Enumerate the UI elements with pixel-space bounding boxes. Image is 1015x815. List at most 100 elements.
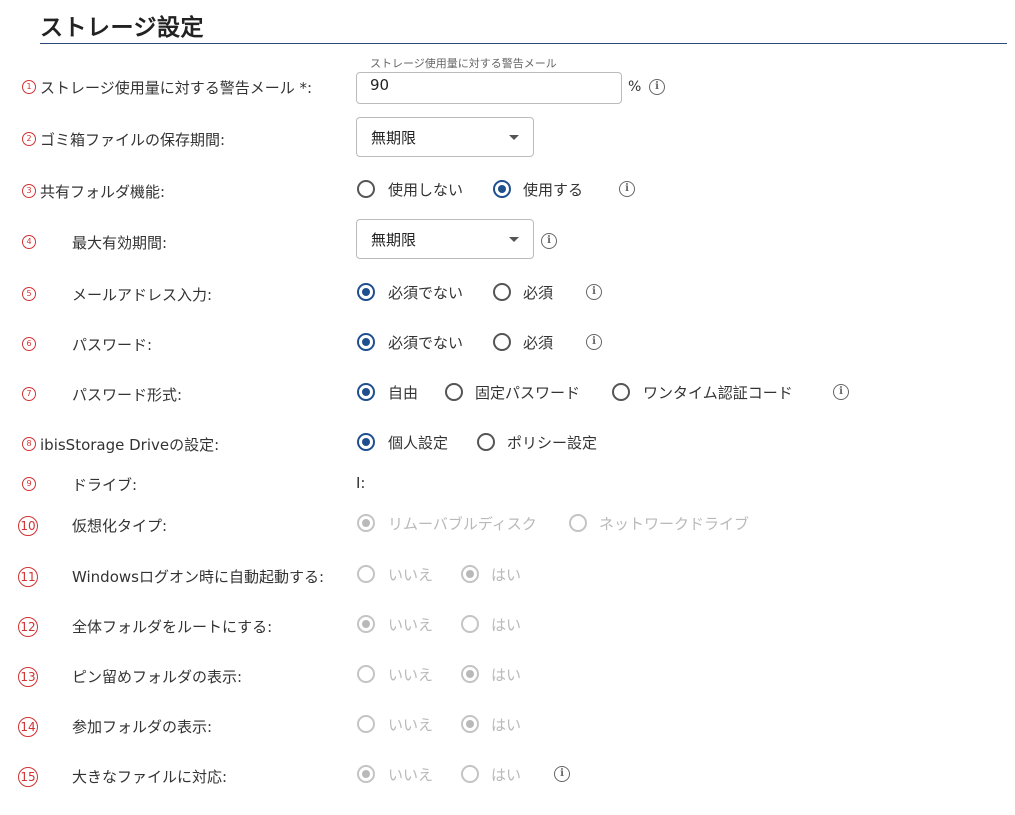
root-folder-label: 全体フォルダをルートにする: [72, 618, 273, 636]
storage-warning-value[interactable]: 90 [370, 76, 389, 94]
large-files-no-radio[interactable] [357, 765, 375, 783]
max-validity-select[interactable]: 無期限 [356, 219, 534, 259]
personal-setting-label[interactable]: 個人設定 [388, 432, 448, 453]
root-folder-yes-label[interactable]: はい [491, 614, 521, 635]
row-shared-folder: 3 共有フォルダ機能: 使用しない 使用する i [0, 178, 1015, 208]
pinned-yes-label[interactable]: はい [491, 664, 521, 685]
storage-warning-label: ストレージ使用量に対する警告メール *: [40, 79, 313, 97]
storage-warning-input[interactable] [356, 72, 622, 104]
format-otp-radio[interactable] [612, 383, 630, 401]
large-files-yes-radio[interactable] [461, 765, 479, 783]
row-number-badge: 2 [22, 132, 36, 146]
chevron-down-icon [509, 237, 519, 242]
row-number-badge: 11 [18, 567, 38, 587]
email-optional-label[interactable]: 必須でない [388, 282, 463, 303]
joined-no-label[interactable]: いいえ [388, 714, 433, 735]
email-input-label: メールアドレス入力: [72, 286, 213, 304]
info-circle-icon[interactable]: i [833, 384, 849, 400]
pinned-yes-radio[interactable] [461, 665, 479, 683]
removable-disk-radio[interactable] [357, 514, 375, 532]
autostart-yes-radio[interactable] [461, 565, 479, 583]
max-validity-label: 最大有効期間: [72, 234, 168, 252]
removable-disk-label[interactable]: リムーバブルディスク [388, 513, 537, 534]
shared-folder-off-radio[interactable] [357, 180, 375, 198]
policy-setting-label[interactable]: ポリシー設定 [507, 432, 597, 453]
autostart-no-label[interactable]: いいえ [388, 564, 433, 585]
network-drive-radio[interactable] [569, 514, 587, 532]
page-title: ストレージ設定 [40, 15, 205, 41]
joined-yes-radio[interactable] [461, 715, 479, 733]
format-otp-label[interactable]: ワンタイム認証コード [643, 382, 793, 403]
large-files-label: 大きなファイルに対応: [72, 768, 228, 786]
drive-letter-label: ドライブ: [72, 476, 138, 494]
password-optional-radio[interactable] [357, 333, 375, 351]
pinned-no-label[interactable]: いいえ [388, 664, 433, 685]
storage-warning-legend: ストレージ使用量に対する警告メール [366, 55, 561, 71]
autostart-no-radio[interactable] [357, 565, 375, 583]
joined-yes-label[interactable]: はい [491, 714, 521, 735]
autostart-yes-label[interactable]: はい [491, 564, 521, 585]
row-joined-folders: 14 参加フォルダの表示: いいえ はい [0, 713, 1015, 743]
password-label: パスワード: [72, 336, 153, 354]
shared-folder-label: 共有フォルダ機能: [40, 183, 166, 201]
root-folder-no-label[interactable]: いいえ [388, 614, 433, 635]
password-required-radio[interactable] [493, 333, 511, 351]
personal-setting-radio[interactable] [357, 433, 375, 451]
max-validity-value: 無期限 [371, 231, 417, 249]
joined-folders-label: 参加フォルダの表示: [72, 718, 213, 736]
info-circle-icon[interactable]: i [586, 284, 602, 300]
password-format-label: パスワード形式: [72, 386, 183, 404]
drive-letter-value: I: [356, 474, 366, 492]
format-fixed-radio[interactable] [445, 383, 463, 401]
row-autostart: 11 Windowsログオン時に自動起動する: いいえ はい [0, 563, 1015, 593]
info-circle-icon[interactable]: i [649, 79, 665, 95]
format-free-radio[interactable] [357, 383, 375, 401]
info-circle-icon[interactable]: i [554, 766, 570, 782]
virtualization-type-label: 仮想化タイプ: [72, 517, 168, 535]
shared-folder-off-label[interactable]: 使用しない [388, 179, 463, 200]
info-circle-icon[interactable]: i [541, 233, 557, 249]
row-number-badge: 1 [22, 80, 36, 94]
large-files-no-label[interactable]: いいえ [388, 764, 433, 785]
policy-setting-radio[interactable] [477, 433, 495, 451]
pinned-no-radio[interactable] [357, 665, 375, 683]
shared-folder-on-label[interactable]: 使用する [523, 179, 583, 200]
format-free-label[interactable]: 自由 [388, 382, 418, 403]
email-required-radio[interactable] [493, 283, 511, 301]
row-number-badge: 8 [22, 437, 36, 451]
password-optional-label[interactable]: 必須でない [388, 332, 463, 353]
info-circle-icon[interactable]: i [619, 181, 635, 197]
network-drive-label[interactable]: ネットワークドライブ [599, 513, 749, 534]
drive-settings-label: ibisStorage Driveの設定: [40, 436, 220, 454]
row-drive-letter: 9 ドライブ: I: [0, 471, 1015, 501]
row-number-badge: 9 [22, 477, 36, 491]
row-pinned-folders: 13 ピン留めフォルダの表示: いいえ はい [0, 663, 1015, 693]
autostart-label: Windowsログオン時に自動起動する: [72, 568, 325, 586]
row-password: 6 パスワード: 必須でない 必須 i [0, 331, 1015, 361]
trash-retention-select[interactable]: 無期限 [356, 117, 534, 157]
title-divider [40, 43, 1007, 44]
shared-folder-on-radio[interactable] [493, 180, 511, 198]
format-fixed-label[interactable]: 固定パスワード [475, 382, 580, 403]
root-folder-no-radio[interactable] [357, 615, 375, 633]
row-number-badge: 7 [22, 387, 36, 401]
root-folder-yes-radio[interactable] [461, 615, 479, 633]
row-number-badge: 5 [22, 287, 36, 301]
chevron-down-icon [509, 135, 519, 140]
row-password-format: 7 パスワード形式: 自由 固定パスワード ワンタイム認証コード i [0, 381, 1015, 411]
row-drive-settings: 8 ibisStorage Driveの設定: 個人設定 ポリシー設定 [0, 431, 1015, 461]
large-files-yes-label[interactable]: はい [491, 764, 521, 785]
percent-unit: % [628, 79, 642, 95]
email-required-label[interactable]: 必須 [523, 282, 553, 303]
row-number-badge: 13 [18, 667, 38, 687]
row-number-badge: 6 [22, 337, 36, 351]
info-circle-icon[interactable]: i [586, 334, 602, 350]
row-number-badge: 10 [18, 516, 38, 536]
row-email-input: 5 メールアドレス入力: 必須でない 必須 i [0, 281, 1015, 311]
row-number-badge: 3 [22, 184, 36, 198]
row-large-files: 15 大きなファイルに対応: いいえ はい i [0, 763, 1015, 793]
email-optional-radio[interactable] [357, 283, 375, 301]
row-virtualization-type: 10 仮想化タイプ: リムーバブルディスク ネットワークドライブ [0, 512, 1015, 542]
password-required-label[interactable]: 必須 [523, 332, 553, 353]
joined-no-radio[interactable] [357, 715, 375, 733]
